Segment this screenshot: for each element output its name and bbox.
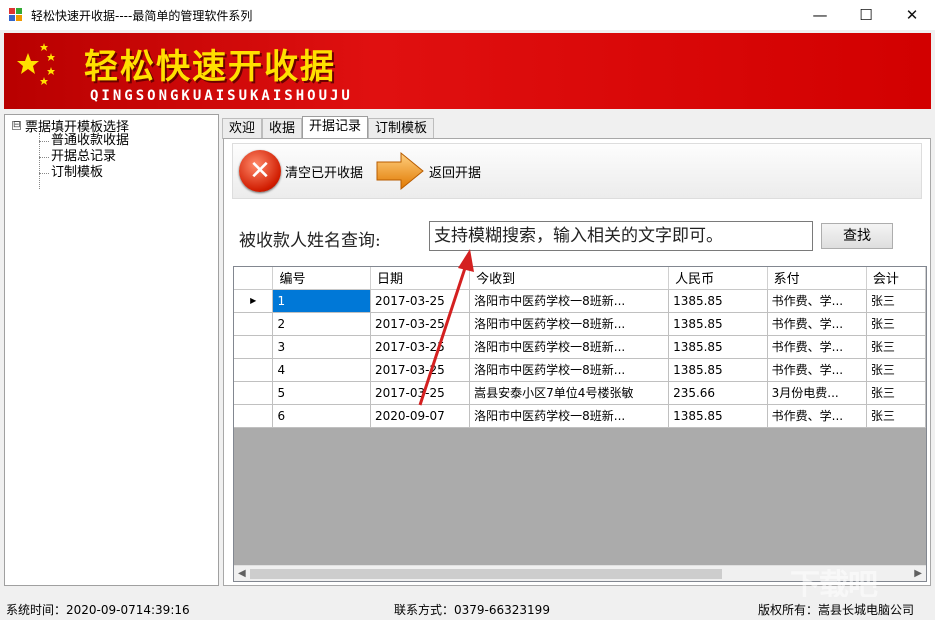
table-row[interactable]: 4 2017-03-25 洛阳市中医药学校一8班新... 1385.85 书作费… — [234, 358, 926, 382]
column-header-amount[interactable]: 人民币 — [668, 267, 768, 290]
cell-payment-for[interactable]: 书作费、学... — [767, 312, 867, 336]
table-row[interactable]: 3 2017-03-25 洛阳市中医药学校一8班新... 1385.85 书作费… — [234, 335, 926, 359]
title-bar: 轻松快速开收据----最简单的管理软件系列 — ☐ ✕ — [0, 0, 935, 30]
search-button[interactable]: 查找 — [821, 223, 893, 249]
grid-header-row: 编号 日期 今收到 人民币 系付 会计 — [234, 267, 926, 290]
tree-item-records[interactable]: 开据总记录 — [9, 149, 214, 165]
cell-amount[interactable]: 1385.85 — [668, 335, 768, 359]
collapse-icon[interactable]: ⊟ — [12, 120, 21, 130]
cell-payment-for[interactable]: 书作费、学... — [767, 335, 867, 359]
row-header[interactable] — [234, 358, 274, 382]
window-title: 轻松快速开收据----最简单的管理软件系列 — [31, 8, 253, 23]
status-bar: 系统时间：2020-09-0714:39:16 联系方式：0379-663231… — [0, 597, 935, 620]
tab-welcome[interactable]: 欢迎 — [222, 118, 263, 139]
cell-payment-for[interactable]: 书作费、学... — [767, 358, 867, 382]
column-header-accountant[interactable]: 会计 — [866, 267, 926, 290]
search-label: 被收款人姓名查询: — [239, 231, 381, 251]
tree-root[interactable]: ⊟ 票据填开模板选择 — [9, 116, 214, 135]
row-header[interactable] — [234, 404, 274, 428]
records-grid[interactable]: 编号 日期 今收到 人民币 系付 会计 ▶ 1 2017-03-25 洛阳市中医… — [233, 266, 927, 582]
cell-date[interactable]: 2017-03-25 — [370, 289, 471, 313]
tree-root-label[interactable]: 票据填开模板选择 — [25, 116, 129, 135]
records-toolbar: ✕ 清空已开收据 返回开据 — [232, 143, 922, 199]
app-banner: 轻松快速开收据 QINGSONGKUAISUKAISHOUJU — [4, 33, 931, 109]
cell-accountant[interactable]: 张三 — [866, 381, 926, 405]
contact-info: 联系方式：0379-66323199 — [394, 603, 550, 617]
copyright: 版权所有：嵩县长城电脑公司 — [758, 603, 915, 617]
tab-custom-template[interactable]: 订制模板 — [368, 118, 435, 139]
table-row[interactable]: ▶ 1 2017-03-25 洛阳市中医药学校一8班新... 1385.85 书… — [234, 289, 926, 313]
banner-subtitle: QINGSONGKUAISUKAISHOUJU — [90, 88, 353, 104]
cell-date[interactable]: 2020-09-07 — [370, 404, 471, 428]
cell-payment-for[interactable]: 书作费、学... — [767, 289, 867, 313]
cell-number[interactable]: 4 — [272, 358, 371, 382]
table-row[interactable]: 5 2017-03-25 嵩县安泰小区7单位4号楼张敏 235.66 3月份电费… — [234, 381, 926, 405]
cell-number[interactable]: 6 — [272, 404, 371, 428]
cell-received-from[interactable]: 洛阳市中医药学校一8班新... — [469, 289, 670, 313]
stars-icon — [17, 43, 55, 85]
current-row-icon: ▶ — [234, 289, 274, 313]
back-label: 返回开据 — [429, 165, 482, 181]
scrollbar-thumb[interactable] — [250, 569, 722, 579]
row-header[interactable] — [234, 381, 274, 405]
cell-amount[interactable]: 1385.85 — [668, 358, 768, 382]
cell-received-from[interactable]: 洛阳市中医药学校一8班新... — [469, 358, 670, 382]
system-time: 系统时间：2020-09-0714:39:16 — [6, 603, 190, 617]
row-header[interactable] — [234, 312, 274, 336]
cell-accountant[interactable]: 张三 — [866, 358, 926, 382]
tree-item-custom-template[interactable]: 订制模板 — [9, 165, 214, 181]
app-icon — [9, 8, 23, 22]
cell-amount[interactable]: 235.66 — [668, 381, 768, 405]
search-row: 被收款人姓名查询: 支持模糊搜索，输入相关的文字即可。 查找 — [236, 219, 926, 251]
column-header-date[interactable]: 日期 — [370, 267, 471, 290]
back-button[interactable]: 返回开据 — [369, 144, 487, 198]
search-input[interactable]: 支持模糊搜索，输入相关的文字即可。 — [429, 221, 813, 251]
cell-number[interactable]: 1 — [272, 289, 371, 313]
cell-received-from[interactable]: 洛阳市中医药学校一8班新... — [469, 404, 670, 428]
column-header-payment-for[interactable]: 系付 — [767, 267, 867, 290]
cell-received-from[interactable]: 嵩县安泰小区7单位4号楼张敏 — [469, 381, 670, 405]
minimize-button[interactable]: — — [797, 0, 843, 30]
cell-date[interactable]: 2017-03-25 — [370, 381, 471, 405]
tab-records[interactable]: 开据记录 — [302, 116, 369, 139]
cell-received-from[interactable]: 洛阳市中医药学校一8班新... — [469, 312, 670, 336]
cell-amount[interactable]: 1385.85 — [668, 404, 768, 428]
tab-receipt[interactable]: 收据 — [262, 118, 303, 139]
cell-number[interactable]: 3 — [272, 335, 371, 359]
tab-strip: 欢迎 收据 开据记录 订制模板 — [222, 116, 435, 139]
cell-payment-for[interactable]: 书作费、学... — [767, 404, 867, 428]
records-panel: ✕ 清空已开收据 返回开据 被收款人姓名查询: 支持模糊搜索，输入相关的文字即可… — [223, 138, 931, 586]
delete-icon: ✕ — [239, 150, 281, 192]
cell-date[interactable]: 2017-03-25 — [370, 358, 471, 382]
cell-accountant[interactable]: 张三 — [866, 289, 926, 313]
maximize-button[interactable]: ☐ — [843, 0, 889, 30]
cell-received-from[interactable]: 洛阳市中医药学校一8班新... — [469, 335, 670, 359]
scroll-left-icon[interactable]: ◀ — [238, 568, 246, 579]
cell-amount[interactable]: 1385.85 — [668, 312, 768, 336]
clear-receipts-button[interactable]: ✕ 清空已开收据 — [233, 144, 369, 198]
cell-number[interactable]: 2 — [272, 312, 371, 336]
column-header-number[interactable]: 编号 — [272, 267, 371, 290]
cell-amount[interactable]: 1385.85 — [668, 289, 768, 313]
close-button[interactable]: ✕ — [889, 0, 935, 30]
cell-payment-for[interactable]: 3月份电费... — [767, 381, 867, 405]
tree-item-receipt[interactable]: 普通收款收据 — [9, 133, 214, 149]
banner-title: 轻松快速开收据 — [84, 47, 336, 87]
cell-accountant[interactable]: 张三 — [866, 335, 926, 359]
table-row[interactable]: 2 2017-03-25 洛阳市中医药学校一8班新... 1385.85 书作费… — [234, 312, 926, 336]
cell-accountant[interactable]: 张三 — [866, 404, 926, 428]
cell-date[interactable]: 2017-03-25 — [370, 335, 471, 359]
table-row[interactable]: 6 2020-09-07 洛阳市中医药学校一8班新... 1385.85 书作费… — [234, 404, 926, 428]
row-header[interactable] — [234, 335, 274, 359]
cell-date[interactable]: 2017-03-25 — [370, 312, 471, 336]
arrow-right-icon — [376, 151, 424, 191]
cell-accountant[interactable]: 张三 — [866, 312, 926, 336]
scroll-right-icon[interactable]: ▶ — [914, 568, 922, 579]
cell-number[interactable]: 5 — [272, 381, 371, 405]
clear-receipts-label: 清空已开收据 — [285, 165, 364, 181]
template-tree[interactable]: ⊟ 票据填开模板选择 普通收款收据 开据总记录 订制模板 — [4, 114, 219, 586]
column-header-received-from[interactable]: 今收到 — [469, 267, 670, 290]
row-header-corner — [234, 267, 274, 290]
